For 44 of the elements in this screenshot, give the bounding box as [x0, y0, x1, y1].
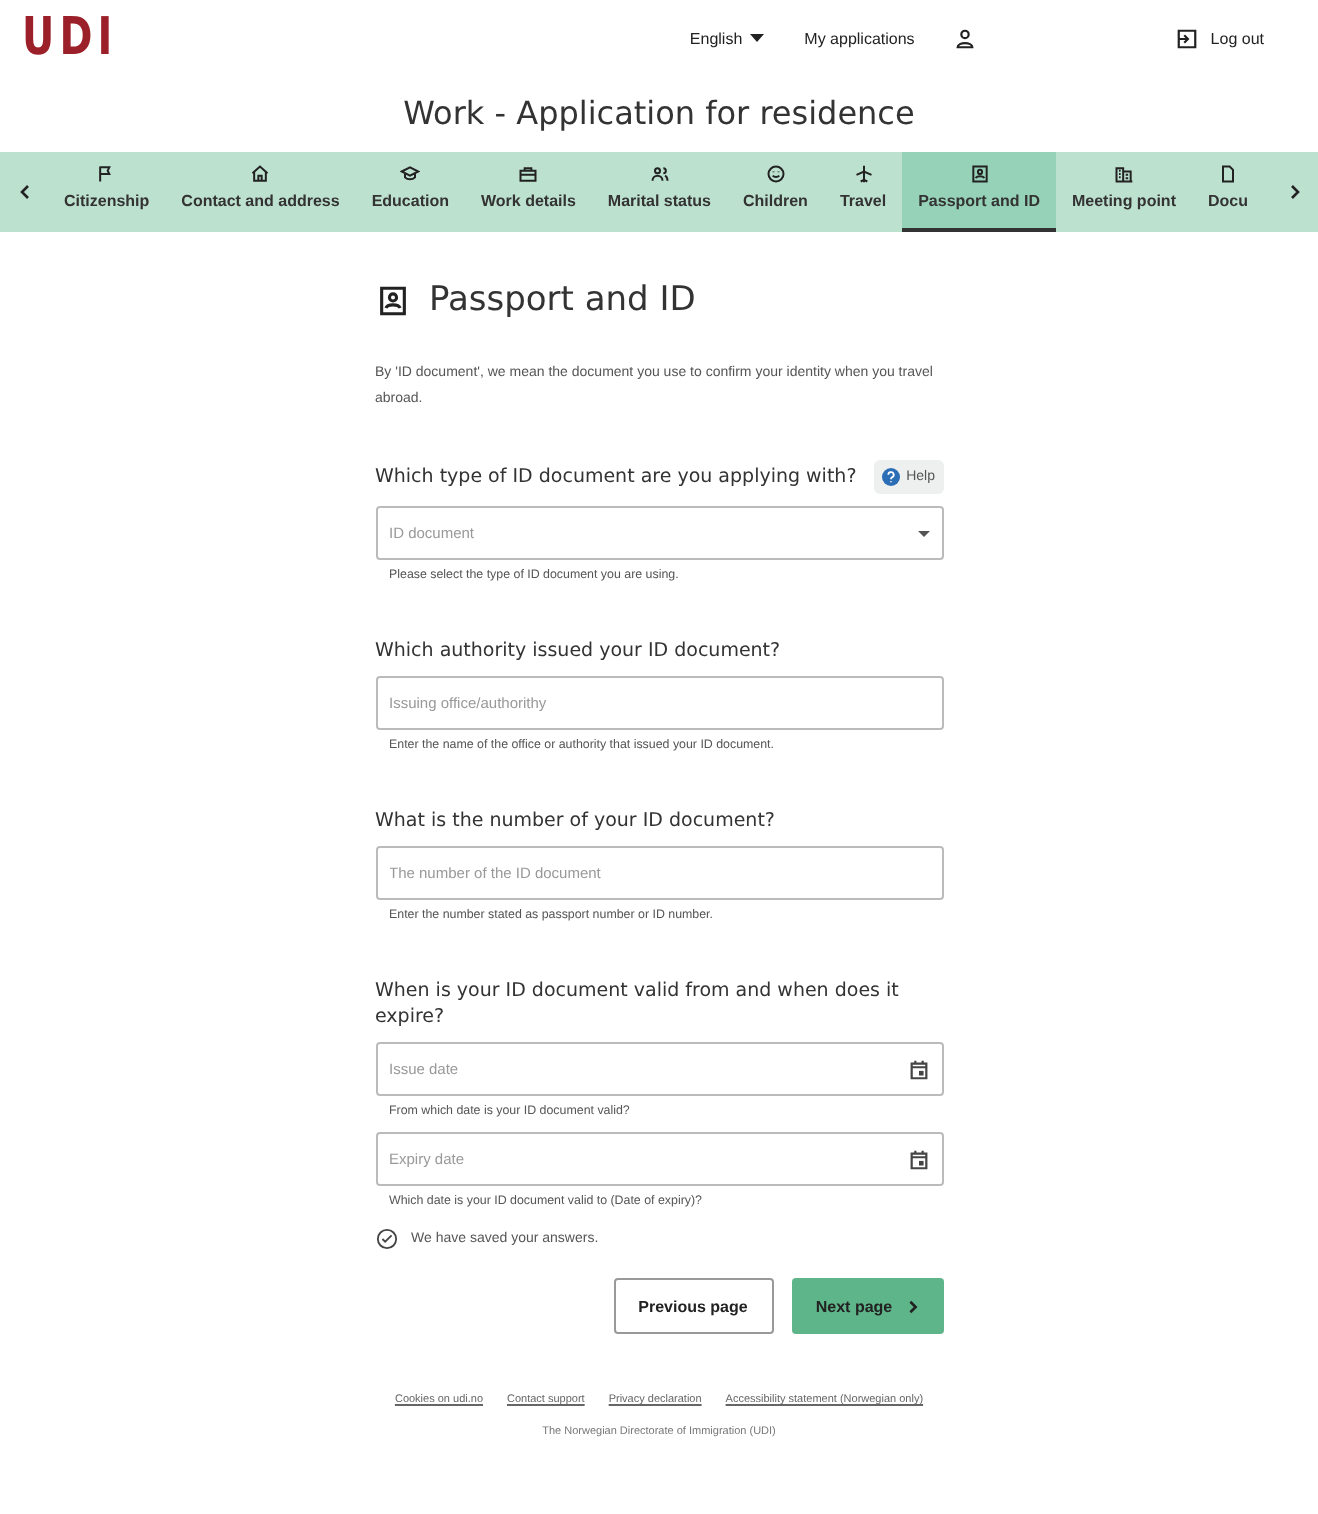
language-menu[interactable]: English — [689, 29, 765, 47]
document-icon — [1217, 164, 1238, 184]
airplane-icon — [853, 164, 873, 184]
user-icon[interactable] — [954, 27, 977, 49]
flag-icon — [96, 164, 117, 184]
house-icon — [250, 164, 271, 184]
id-card-icon — [969, 164, 990, 184]
step-tab[interactable]: Contact and address — [165, 152, 356, 232]
logout-icon — [1176, 27, 1199, 49]
step-tab[interactable]: Children — [726, 152, 824, 232]
section-title: Passport and ID — [429, 280, 696, 320]
logout-button[interactable]: Log out — [1176, 27, 1264, 49]
chevron-left-icon[interactable] — [19, 184, 29, 200]
calendar-icon — [907, 1148, 929, 1170]
graduation-cap-icon — [400, 164, 421, 184]
caret-icon — [750, 34, 765, 42]
step-tab[interactable]: Work details — [464, 152, 592, 232]
chevron-right-icon — [908, 1299, 919, 1313]
id-card-icon — [375, 283, 409, 317]
step-tab[interactable]: Passport and ID — [902, 152, 1056, 232]
smiley-icon — [765, 164, 786, 184]
step-tab[interactable]: Marital status — [591, 152, 727, 232]
question-label: Which authority issued your ID document? — [375, 638, 781, 664]
check-circle-icon — [375, 1228, 397, 1250]
caret-icon — [917, 530, 929, 536]
step-tab[interactable]: Citizenship — [48, 152, 166, 232]
next-page-button[interactable]: Next page — [791, 1278, 943, 1334]
calendar-icon — [907, 1058, 929, 1080]
page-title: Work - Application for residence — [401, 94, 917, 132]
briefcase-icon — [518, 164, 539, 184]
step-tab[interactable]: Travel — [823, 152, 903, 232]
logo[interactable]: UDI — [22, 8, 118, 68]
my-applications-link[interactable]: My applications — [804, 29, 915, 47]
building-icon — [1113, 164, 1134, 184]
question-icon — [882, 468, 901, 486]
previous-page-button[interactable]: Previous page — [613, 1278, 773, 1334]
step-tab[interactable]: Education — [355, 152, 465, 232]
chevron-right-icon[interactable] — [1289, 184, 1299, 200]
question-label: What is the number of your ID document? — [375, 808, 775, 834]
question-label: Which type of ID document are you applying with? — [375, 464, 857, 490]
people-icon — [649, 164, 670, 184]
step-tab[interactable]: Meeting point — [1055, 152, 1192, 232]
question-label: When is your ID document valid from and when does it expire? — [375, 978, 901, 1030]
step-tab[interactable]: Docu — [1191, 152, 1264, 232]
